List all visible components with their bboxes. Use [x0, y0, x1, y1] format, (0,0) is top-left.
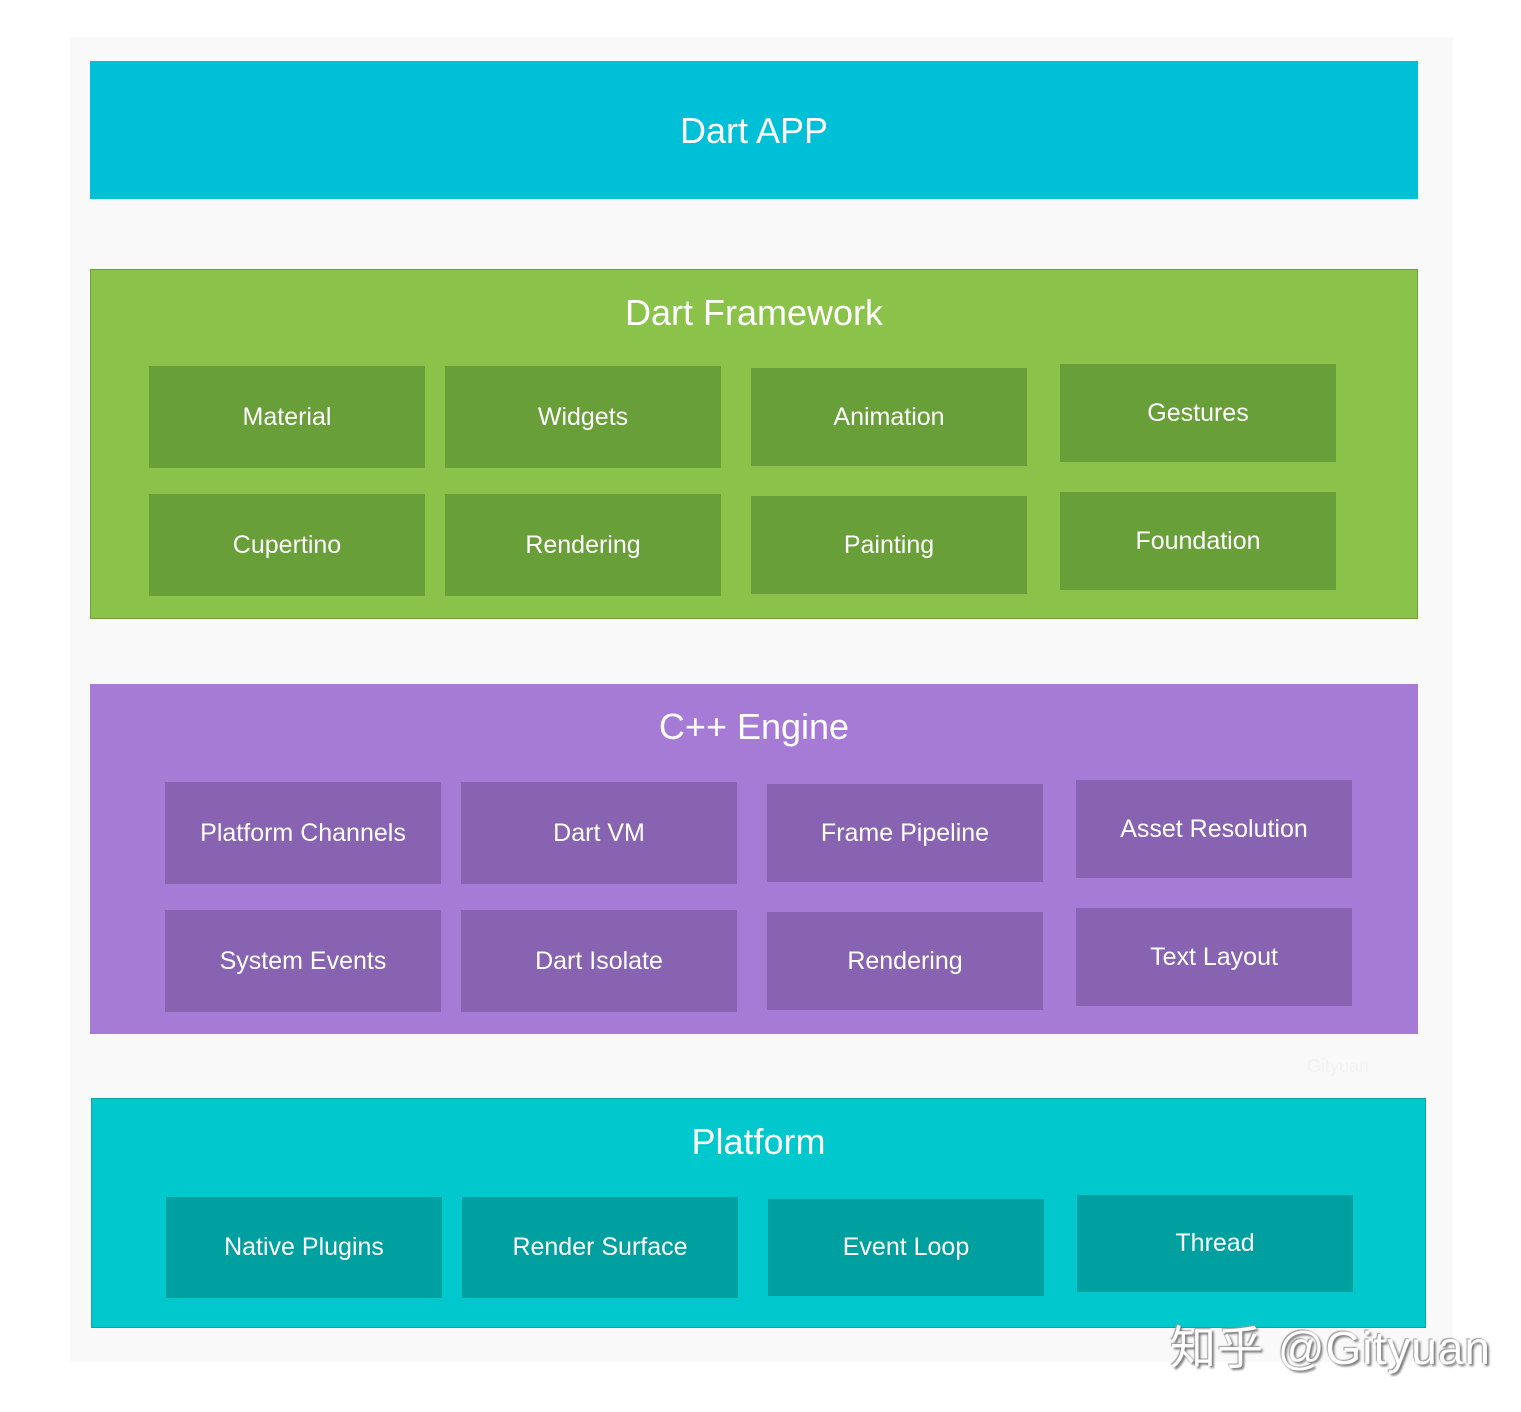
- platform-box-event-loop: Event Loop: [768, 1199, 1044, 1296]
- engine-box-asset-resolution: Asset Resolution: [1076, 780, 1352, 878]
- dart-app-title: Dart APP: [679, 110, 829, 151]
- platform-layer: Platform Native Plugins Render Surface E…: [91, 1098, 1426, 1328]
- framework-box-cupertino: Cupertino: [149, 494, 425, 596]
- framework-box-animation: Animation: [751, 368, 1027, 466]
- engine-box-dart-vm: Dart VM: [461, 782, 737, 884]
- platform-box-native-plugins: Native Plugins: [166, 1197, 442, 1298]
- framework-box-rendering: Rendering: [445, 494, 721, 596]
- engine-box-system-events: System Events: [165, 910, 441, 1012]
- dart-app-layer: Dart APP: [90, 61, 1418, 199]
- framework-box-painting: Painting: [751, 496, 1027, 594]
- framework-box-gestures: Gestures: [1060, 364, 1336, 462]
- platform-box-thread: Thread: [1077, 1195, 1353, 1292]
- framework-box-material: Material: [149, 366, 425, 468]
- platform-box-render-surface: Render Surface: [462, 1197, 738, 1298]
- watermark-zhihu: 知乎 @Gityuan: [1170, 1322, 1492, 1374]
- cpp-engine-layer: C++ Engine Platform Channels Dart VM Fra…: [90, 684, 1418, 1034]
- dart-framework-title: Dart Framework: [624, 292, 884, 333]
- framework-box-foundation: Foundation: [1060, 492, 1336, 590]
- engine-box-frame-pipeline: Frame Pipeline: [767, 784, 1043, 882]
- engine-box-rendering: Rendering: [767, 912, 1043, 1010]
- engine-box-dart-isolate: Dart Isolate: [461, 910, 737, 1012]
- engine-box-platform-channels: Platform Channels: [165, 782, 441, 884]
- cpp-engine-title: C++ Engine: [658, 706, 850, 747]
- engine-box-text-layout: Text Layout: [1076, 908, 1352, 1006]
- framework-box-widgets: Widgets: [445, 366, 721, 468]
- dart-framework-layer: Dart Framework Material Widgets Animatio…: [90, 269, 1418, 619]
- platform-title: Platform: [691, 1121, 826, 1162]
- watermark-faint: Gityuan: [1307, 1056, 1370, 1076]
